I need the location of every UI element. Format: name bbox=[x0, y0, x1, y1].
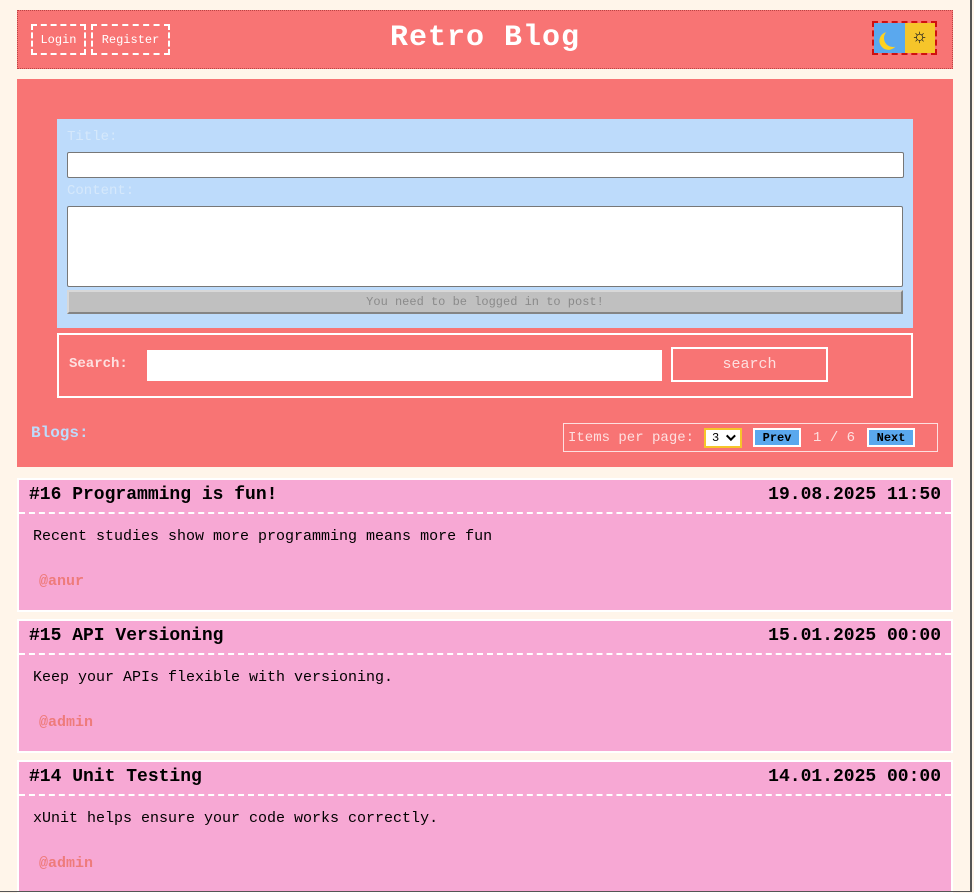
blog-post-content: Recent studies show more programming mea… bbox=[33, 528, 493, 545]
title-input[interactable] bbox=[67, 152, 904, 178]
content-textarea[interactable] bbox=[67, 206, 903, 287]
blog-post-author[interactable]: @admin bbox=[39, 855, 93, 872]
light-theme-button[interactable]: ☼ bbox=[904, 23, 935, 53]
blog-post-date: 19.08.2025 11:50 bbox=[768, 485, 941, 505]
search-label: Search: bbox=[69, 356, 128, 372]
chevron-down-icon bbox=[726, 431, 737, 442]
blog-post-content: xUnit helps ensure your code works corre… bbox=[33, 810, 439, 827]
search-input[interactable] bbox=[146, 349, 663, 382]
blog-post-header: #16 Programming is fun! 19.08.2025 11:50 bbox=[19, 480, 951, 514]
page-indicator: 1 / 6 bbox=[813, 429, 856, 446]
blog-post-author[interactable]: @anur bbox=[39, 573, 84, 590]
items-per-page-label: Items per page: bbox=[568, 429, 695, 446]
site-title: Retro Blog bbox=[389, 21, 581, 55]
dark-theme-button[interactable] bbox=[874, 23, 905, 53]
blog-post-card[interactable]: #15 API Versioning 15.01.2025 00:00 Keep… bbox=[17, 619, 953, 753]
blog-post-card[interactable]: #14 Unit Testing 14.01.2025 00:00 xUnit … bbox=[17, 760, 953, 893]
items-per-page-select[interactable]: 3 bbox=[704, 427, 743, 448]
main-panel: Title: Content: You need to be logged in… bbox=[17, 79, 953, 467]
blogs-heading: Blogs: bbox=[31, 424, 89, 442]
theme-toggle[interactable]: ☼ bbox=[872, 21, 937, 55]
site-header: Login Register Retro Blog ☼ bbox=[17, 10, 953, 69]
items-per-page-value: 3 bbox=[712, 430, 720, 445]
sun-icon: ☼ bbox=[913, 26, 926, 49]
submit-post-button[interactable]: You need to be logged in to post! bbox=[67, 290, 903, 314]
blog-post-author[interactable]: @admin bbox=[39, 714, 93, 731]
blog-post-content: Keep your APIs flexible with versioning. bbox=[33, 669, 394, 686]
blog-post-title: #16 Programming is fun! bbox=[29, 485, 278, 505]
blog-post-title: #14 Unit Testing bbox=[29, 767, 202, 787]
blog-post-date: 14.01.2025 00:00 bbox=[768, 767, 941, 787]
blog-post-header: #15 API Versioning 15.01.2025 00:00 bbox=[19, 621, 951, 655]
blog-post-title: #15 API Versioning bbox=[29, 626, 224, 646]
title-label: Title: bbox=[67, 129, 118, 145]
prev-page-button[interactable]: Prev bbox=[753, 428, 802, 447]
pagination: Items per page: 3 Prev 1 / 6 Next bbox=[563, 423, 938, 452]
moon-icon bbox=[883, 28, 904, 49]
blog-post-date: 15.01.2025 00:00 bbox=[768, 626, 941, 646]
new-post-form: Title: Content: You need to be logged in… bbox=[57, 119, 913, 328]
search-button[interactable]: search bbox=[671, 347, 828, 382]
content-label: Content: bbox=[67, 183, 135, 199]
blog-post-header: #14 Unit Testing 14.01.2025 00:00 bbox=[19, 762, 951, 796]
next-page-button[interactable]: Next bbox=[867, 428, 916, 447]
search-box: Search: search bbox=[57, 333, 913, 398]
blog-post-card[interactable]: #16 Programming is fun! 19.08.2025 11:50… bbox=[17, 478, 953, 612]
